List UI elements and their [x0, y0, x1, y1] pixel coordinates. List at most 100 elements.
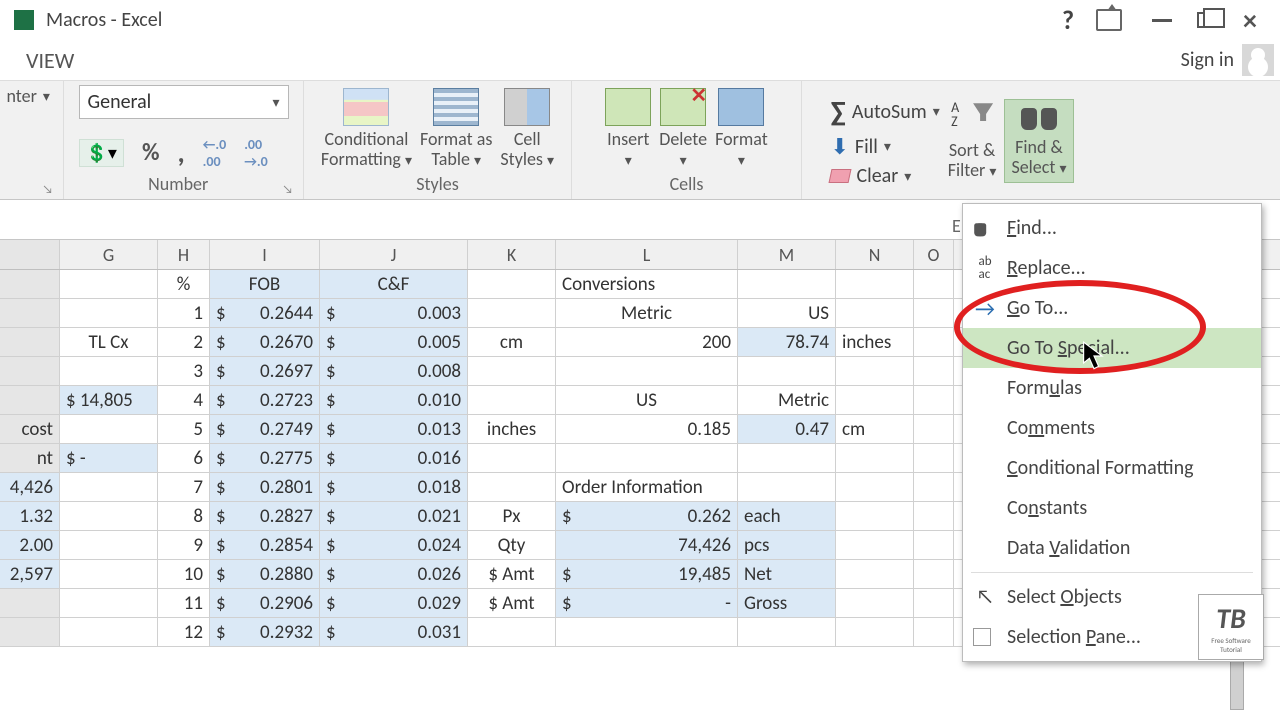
cell[interactable]: Conversions	[556, 270, 738, 298]
cell[interactable]: 11	[158, 589, 210, 617]
cell[interactable]	[914, 386, 954, 414]
cell[interactable]: 8	[158, 502, 210, 530]
increase-decimal-button[interactable]: ←.0.00	[203, 136, 227, 170]
menu-constants[interactable]: Constants	[963, 488, 1261, 528]
cell[interactable]: 4	[158, 386, 210, 414]
cell[interactable]	[836, 444, 914, 472]
cell[interactable]: $0.2749	[210, 415, 320, 443]
menu-comments[interactable]: Comments	[963, 408, 1261, 448]
menu-find[interactable]: Find...	[963, 208, 1261, 248]
fill-button[interactable]: ⬇ Fill ▾	[830, 133, 939, 160]
accounting-format-button[interactable]: 💲▾	[79, 139, 124, 167]
cell[interactable]: nt	[0, 444, 60, 472]
vertical-scrollbar[interactable]	[1230, 654, 1244, 710]
cell[interactable]	[468, 270, 556, 298]
percent-button[interactable]: %	[142, 138, 160, 167]
cell[interactable]	[836, 299, 914, 327]
cell[interactable]	[914, 560, 954, 588]
cell[interactable]: $0.013	[320, 415, 468, 443]
cell[interactable]	[0, 328, 60, 356]
signin-link[interactable]: Sign in	[1181, 48, 1234, 72]
cell[interactable]: C&F	[320, 270, 468, 298]
cell[interactable]	[738, 618, 836, 646]
close-button[interactable]: ×	[1228, 5, 1272, 35]
cell[interactable]	[836, 560, 914, 588]
cell[interactable]	[738, 270, 836, 298]
sort-filter-button[interactable]: Sort & Filter ▾	[948, 101, 997, 181]
format-cells-button[interactable]: Format▾	[715, 88, 768, 170]
cell[interactable]: $0.031	[320, 618, 468, 646]
menu-conditional-formatting[interactable]: Conditional Formatting	[963, 448, 1261, 488]
cell[interactable]	[914, 473, 954, 501]
cell[interactable]: $0.016	[320, 444, 468, 472]
autosum-button[interactable]: ∑ AutoSum ▾	[830, 94, 939, 129]
menu-goto[interactable]: → Go To...	[963, 288, 1261, 328]
cell[interactable]	[836, 618, 914, 646]
cell[interactable]	[0, 618, 60, 646]
cell[interactable]: 2,597	[0, 560, 60, 588]
cell[interactable]: $0.2670	[210, 328, 320, 356]
cell[interactable]: $0.029	[320, 589, 468, 617]
cell[interactable]: each	[738, 502, 836, 530]
cell[interactable]: 4,426	[0, 473, 60, 501]
cell[interactable]	[836, 357, 914, 385]
cell[interactable]: Gross	[738, 589, 836, 617]
cell[interactable]: $ -	[60, 444, 158, 472]
tab-view[interactable]: VIEW	[16, 43, 84, 78]
cell[interactable]: TL Cx	[60, 328, 158, 356]
cell[interactable]	[738, 357, 836, 385]
cell[interactable]: $ 14,805	[60, 386, 158, 414]
col-header-O[interactable]: O	[914, 240, 954, 269]
cell[interactable]: 7	[158, 473, 210, 501]
cell[interactable]: $ Amt	[468, 589, 556, 617]
decrease-decimal-button[interactable]: .00→.0	[244, 136, 268, 170]
cell[interactable]	[556, 618, 738, 646]
cell[interactable]: $19,485	[556, 560, 738, 588]
col-stub[interactable]	[0, 240, 60, 269]
cell[interactable]	[738, 444, 836, 472]
menu-replace[interactable]: abac Replace...	[963, 248, 1261, 288]
minimize-button[interactable]	[1140, 5, 1184, 35]
user-avatar-icon[interactable]	[1242, 44, 1274, 76]
ribbon-display-options[interactable]	[1096, 5, 1140, 35]
cell[interactable]: $0.018	[320, 473, 468, 501]
conditional-formatting-button[interactable]: Conditional Formatting ▾	[321, 88, 412, 170]
cell[interactable]	[914, 531, 954, 559]
cell[interactable]: $0.2644	[210, 299, 320, 327]
cell[interactable]	[0, 270, 60, 298]
cell[interactable]	[60, 502, 158, 530]
cell[interactable]: Qty	[468, 531, 556, 559]
format-as-table-button[interactable]: Format as Table ▾	[420, 88, 492, 170]
cell[interactable]: 6	[158, 444, 210, 472]
cell[interactable]: US	[738, 299, 836, 327]
cell[interactable]: 200	[556, 328, 738, 356]
cell[interactable]	[468, 299, 556, 327]
cell[interactable]	[914, 299, 954, 327]
cell[interactable]: $0.262	[556, 502, 738, 530]
cell[interactable]: $0.003	[320, 299, 468, 327]
menu-formulas[interactable]: Formulas	[963, 368, 1261, 408]
menu-data-validation[interactable]: Data Validation	[963, 528, 1261, 568]
cell[interactable]: $0.026	[320, 560, 468, 588]
cell[interactable]: $ Amt	[468, 560, 556, 588]
cell[interactable]: cm	[836, 415, 914, 443]
cell[interactable]: $-	[556, 589, 738, 617]
cell[interactable]: 9	[158, 531, 210, 559]
cell[interactable]	[60, 531, 158, 559]
cell[interactable]	[468, 473, 556, 501]
cell[interactable]: Metric	[738, 386, 836, 414]
cell[interactable]	[60, 473, 158, 501]
cell[interactable]	[914, 357, 954, 385]
col-header-M[interactable]: M	[738, 240, 836, 269]
cell[interactable]: 78.74	[738, 328, 836, 356]
cell[interactable]	[914, 589, 954, 617]
cell[interactable]: Metric	[556, 299, 738, 327]
cell[interactable]	[836, 386, 914, 414]
cell[interactable]	[0, 357, 60, 385]
dialog-launcher-icon[interactable]: ↘	[282, 183, 293, 197]
cell[interactable]	[468, 357, 556, 385]
col-header-J[interactable]: J	[320, 240, 468, 269]
cell[interactable]: $0.2906	[210, 589, 320, 617]
cell[interactable]: Order Information	[556, 473, 738, 501]
cell[interactable]	[0, 386, 60, 414]
